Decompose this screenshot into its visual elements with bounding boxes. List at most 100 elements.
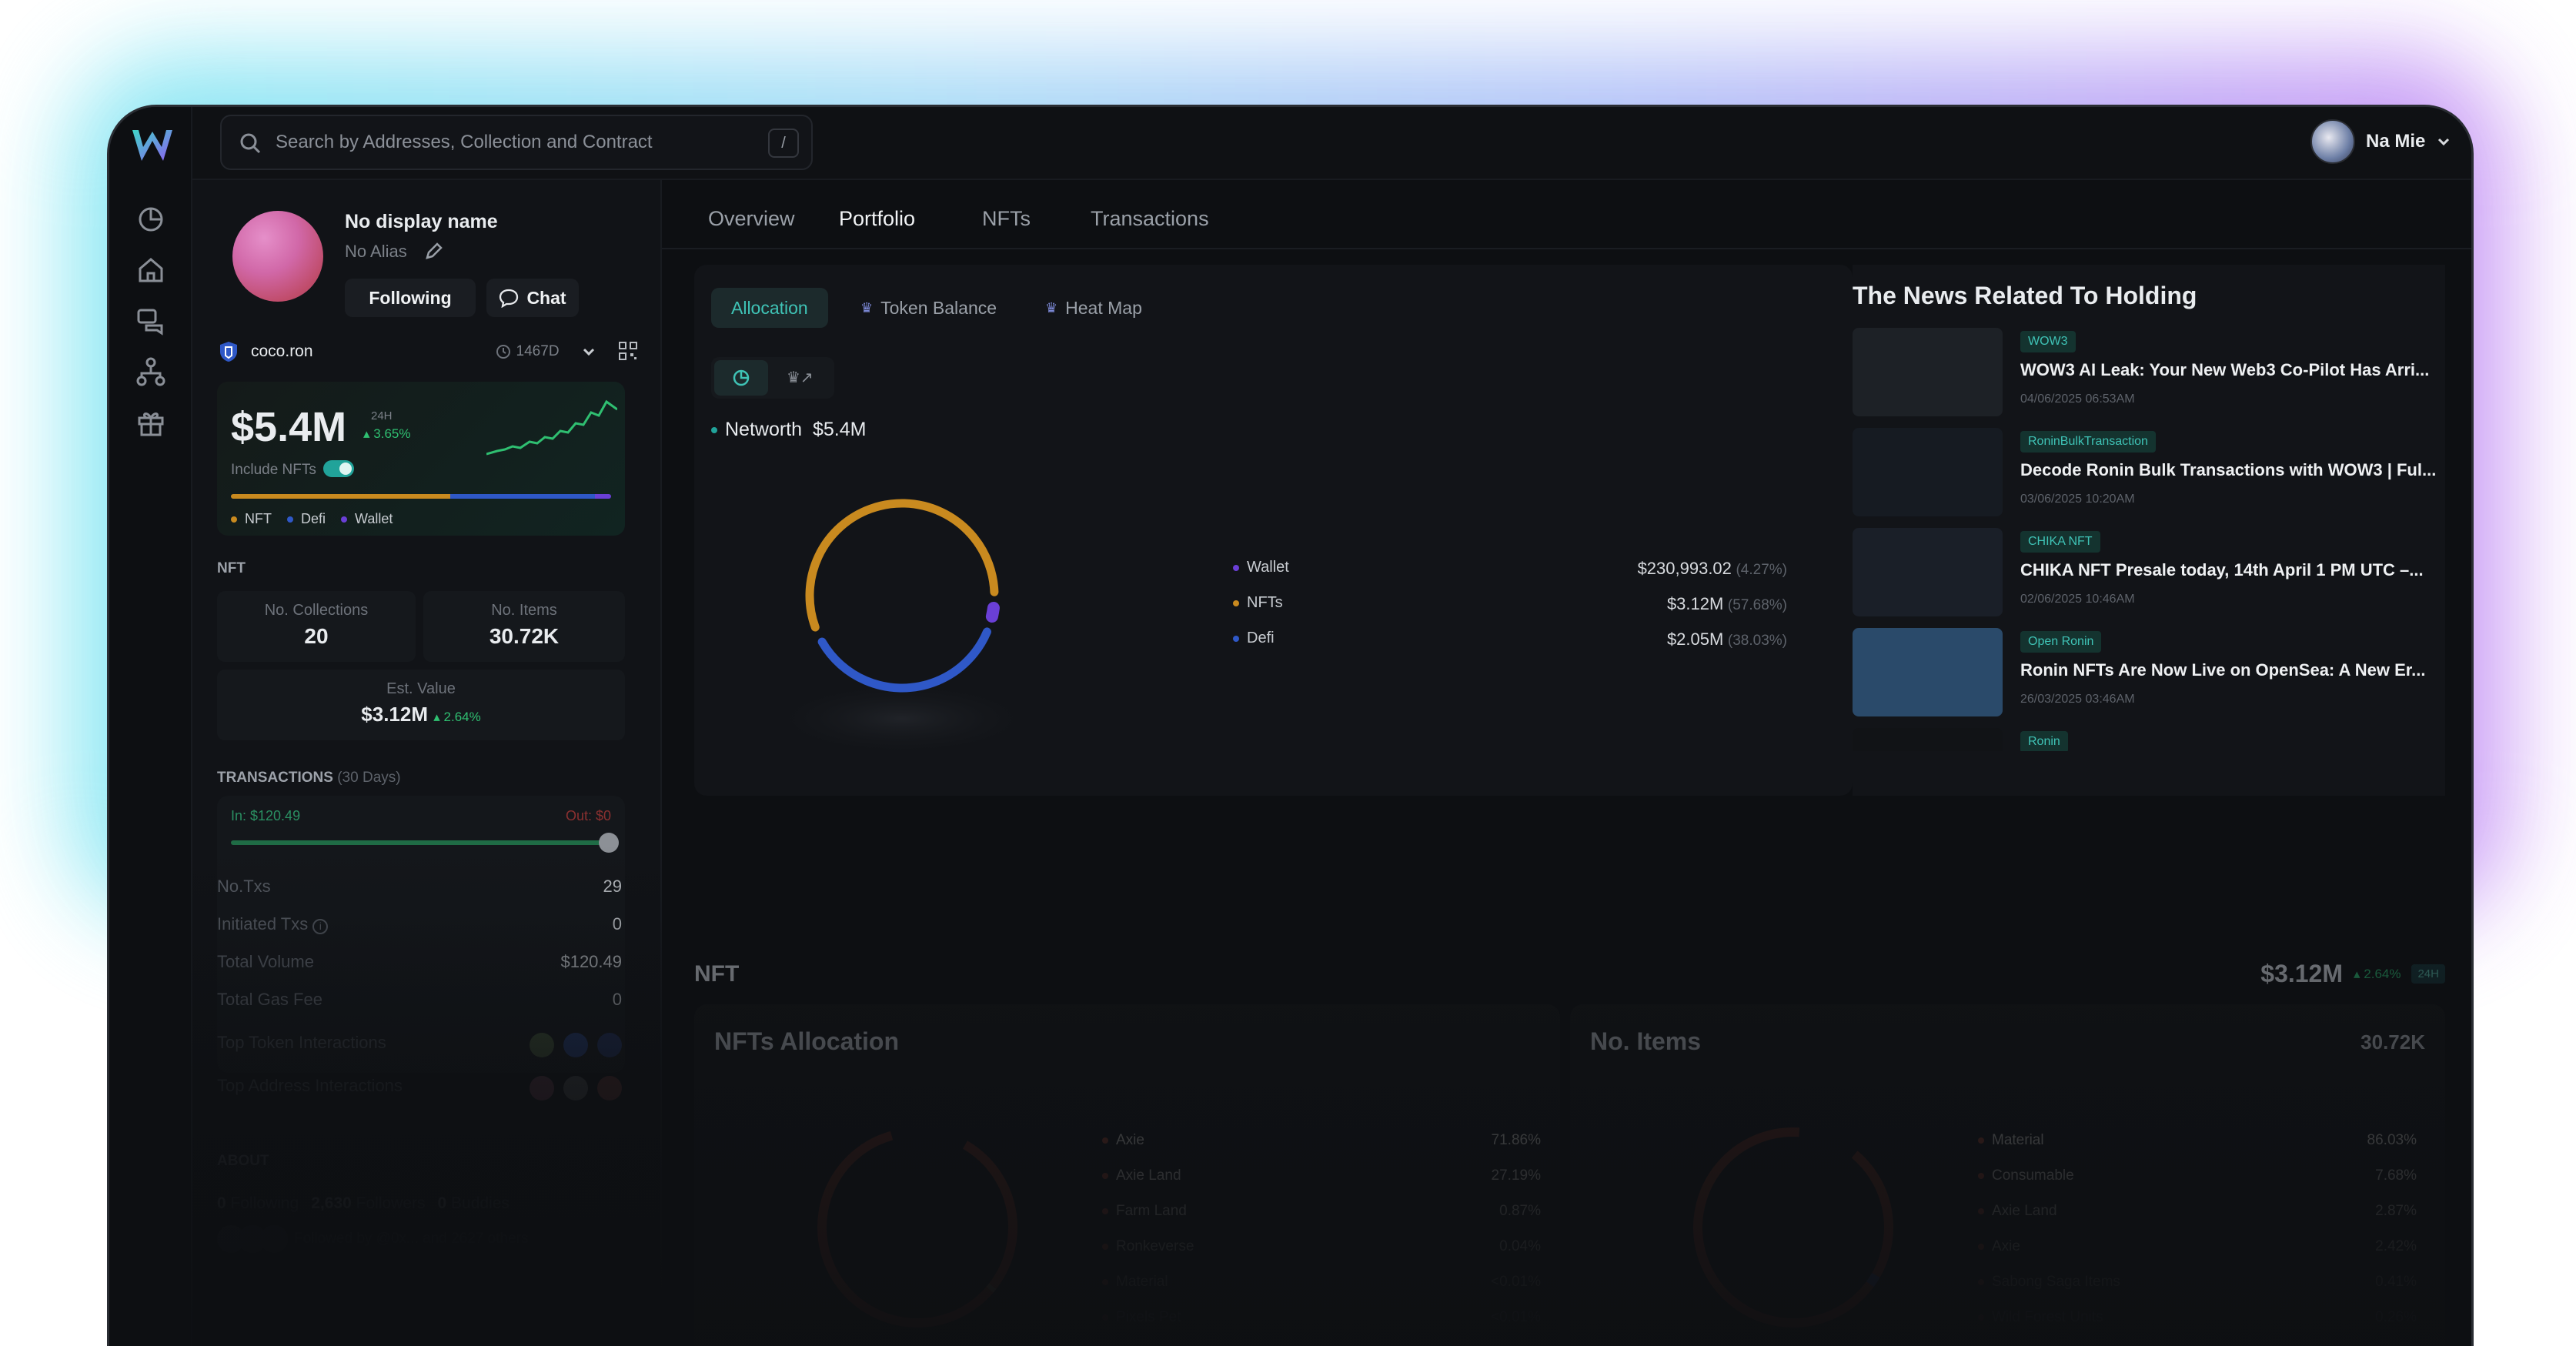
tab-transactions[interactable]: Transactions [1091, 207, 1209, 231]
legend-percent: (38.03%) [1727, 633, 1787, 649]
news-item[interactable]: Open Ronin Ronin NFTs Are Now Live on Ope… [1853, 628, 2437, 728]
portfolio-pie-icon[interactable] [135, 204, 166, 235]
nft-items-row: Axie 2.42% [1978, 1238, 2417, 1255]
tab-overview[interactable]: Overview [708, 207, 795, 231]
search-bar[interactable]: Search by Addresses, Collection and Cont… [220, 115, 813, 170]
news-thumbnail [1853, 528, 2003, 616]
network-icon[interactable] [135, 356, 166, 387]
tab-portfolio[interactable]: Portfolio [839, 207, 915, 231]
search-input[interactable]: Search by Addresses, Collection and Cont… [276, 132, 653, 153]
address-avatar[interactable] [597, 1076, 622, 1101]
following-count[interactable]: 0 Following [217, 1194, 299, 1213]
user-name: Na Mie [2366, 131, 2426, 152]
about-counts: 0 Following 2,630 Followers 0 Buddies [217, 1194, 510, 1213]
following-button[interactable]: Following [345, 279, 476, 317]
collections-stat: No. Collections 20 [217, 591, 416, 662]
address-avatar[interactable] [530, 1076, 554, 1101]
news-panel: The News Related To Holding WOW3 WOW3 AI … [1853, 265, 2445, 796]
nft-items-row: Consumable 7.68% [1978, 1167, 2417, 1184]
balance-sparkline [486, 399, 617, 456]
chart-type-toggle: ♛↗ [711, 357, 834, 399]
balance-value: $5.4M [231, 404, 347, 450]
pie-view-button[interactable] [714, 360, 768, 396]
subtab-allocation[interactable]: Allocation [711, 288, 828, 328]
news-thumbnail [1853, 628, 2003, 716]
balance-change: ▴ 3.65% [363, 426, 411, 441]
nft-allocation-row: Axie Land 27.19% [1102, 1167, 1541, 1184]
token-avatar[interactable] [563, 1033, 588, 1057]
include-nfts-toggle[interactable] [323, 460, 354, 477]
balance-period: 24H [371, 409, 393, 423]
news-tag: WOW3 [2020, 331, 2076, 352]
nft-allocation-row: Material <0.01% [1102, 1274, 1541, 1291]
items-stat: No. Items 30.72K [423, 591, 625, 662]
chevron-down-icon [2438, 138, 2450, 146]
nft-allocation-row: Ronkeverse 0.04% [1102, 1238, 1541, 1255]
news-item[interactable]: WOW3 WOW3 AI Leak: Your New Web3 Co-Pilot… [1853, 328, 2437, 428]
search-icon [240, 133, 261, 154]
legend-label: NFTs [1247, 594, 1283, 611]
news-item[interactable]: RoninBulkTransaction Decode Ronin Bulk Tr… [1853, 428, 2437, 528]
nft-items-row: Wild Forest Units 0.26% [1978, 1309, 2417, 1326]
edit-alias-icon[interactable] [423, 242, 443, 262]
address-avatar[interactable] [563, 1076, 588, 1101]
wallet-selector[interactable]: coco.ron 1467D [217, 332, 625, 371]
wow3-logo-icon[interactable] [129, 122, 175, 169]
nfts-allocation-donut [817, 1127, 1017, 1328]
news-item[interactable]: CHIKA NFT CHIKA NFT Presale today, 14th A… [1853, 528, 2437, 628]
info-icon[interactable]: i [312, 919, 329, 934]
chat-button-label: Chat [526, 287, 566, 308]
token-avatar[interactable] [530, 1033, 554, 1057]
top-address-row: Top Address Interactions [217, 1076, 622, 1101]
gift-icon[interactable] [135, 407, 166, 438]
subtab-token-balance[interactable]: ♛ Token Balance [840, 288, 1017, 328]
allocation-legend-row[interactable]: NFTs $3.12M (57.68%) [1233, 594, 1787, 614]
news-thumbnail [1853, 328, 2003, 416]
news-date: 03/06/2025 10:20AM [2020, 493, 2135, 506]
tx-ratio-handle[interactable] [599, 833, 619, 853]
allocation-legend-row[interactable]: Defi $2.05M (38.03%) [1233, 630, 1787, 650]
trend-view-button[interactable]: ♛↗ [777, 360, 831, 396]
nft-items-title: No. Items [1590, 1027, 1702, 1055]
followed-by: Followed by @0x... and 2627 others [217, 1225, 528, 1253]
pie-chart-icon [733, 369, 750, 386]
news-item[interactable]: Ronin [1853, 728, 2437, 751]
user-menu[interactable]: Na Mie [2310, 115, 2457, 169]
chat-button[interactable]: Chat [486, 279, 579, 317]
follower-avatar [260, 1225, 288, 1253]
buddies-count[interactable]: 0 Buddies [438, 1194, 510, 1213]
news-item-title: Ronin NFTs Are Now Live on OpenSea: A Ne… [2020, 660, 2426, 680]
news-date: 02/06/2025 10:46AM [2020, 593, 2135, 606]
home-icon[interactable] [135, 255, 166, 286]
icon-rail [109, 107, 192, 1346]
tx-row: Total Volume $120.49 [217, 952, 622, 971]
chat-icon[interactable] [135, 306, 166, 336]
tab-nfts[interactable]: NFTs [982, 207, 1031, 231]
legend-wallet: Wallet [341, 511, 393, 527]
token-avatar[interactable] [597, 1033, 622, 1057]
tx-row: Initiated Txs i0 [217, 914, 622, 934]
transactions-card: In: $120.49 Out: $0 [217, 796, 625, 1073]
nft-allocation-row: Axie 71.86% [1102, 1132, 1541, 1149]
donut-slice-wallet[interactable] [798, 492, 1006, 700]
wallet-age: 1467D [516, 343, 560, 359]
allocation-legend-row[interactable]: Wallet $230,993.02 (4.27%) [1233, 559, 1787, 579]
chevron-down-icon[interactable] [581, 344, 596, 359]
collections-label: No. Collections [264, 602, 369, 619]
profile-avatar [232, 211, 323, 302]
items-label: No. Items [491, 602, 557, 619]
followed-by-note: Followed by @0x... and 2627 others [294, 1231, 529, 1247]
news-date: 26/03/2025 03:46AM [2020, 693, 2135, 706]
qr-code-icon[interactable] [617, 340, 639, 362]
profile-panel: No display name No Alias Following Chat … [192, 180, 662, 1346]
allocation-card: Allocation ♛ Token Balance ♛ Heat Map ♛↗ N… [694, 265, 1853, 796]
legend-defi: Defi [287, 511, 326, 527]
nft-overview-change: ▴ 2.64% [2354, 966, 2401, 981]
nft-overview-section: NFT $3.12M ▴ 2.64% 24H NFTs Allocation A… [694, 815, 2445, 1346]
followers-count[interactable]: 2,630 Followers [311, 1194, 425, 1213]
items-value: 30.72K [489, 624, 560, 648]
balance-change-value: 3.65% [373, 426, 411, 441]
nft-overview-period: 24H [2411, 964, 2445, 984]
est-value-stat: Est. Value $3.12M ▴ 2.64% [217, 670, 625, 740]
subtab-heat-map[interactable]: ♛ Heat Map [1025, 288, 1162, 328]
